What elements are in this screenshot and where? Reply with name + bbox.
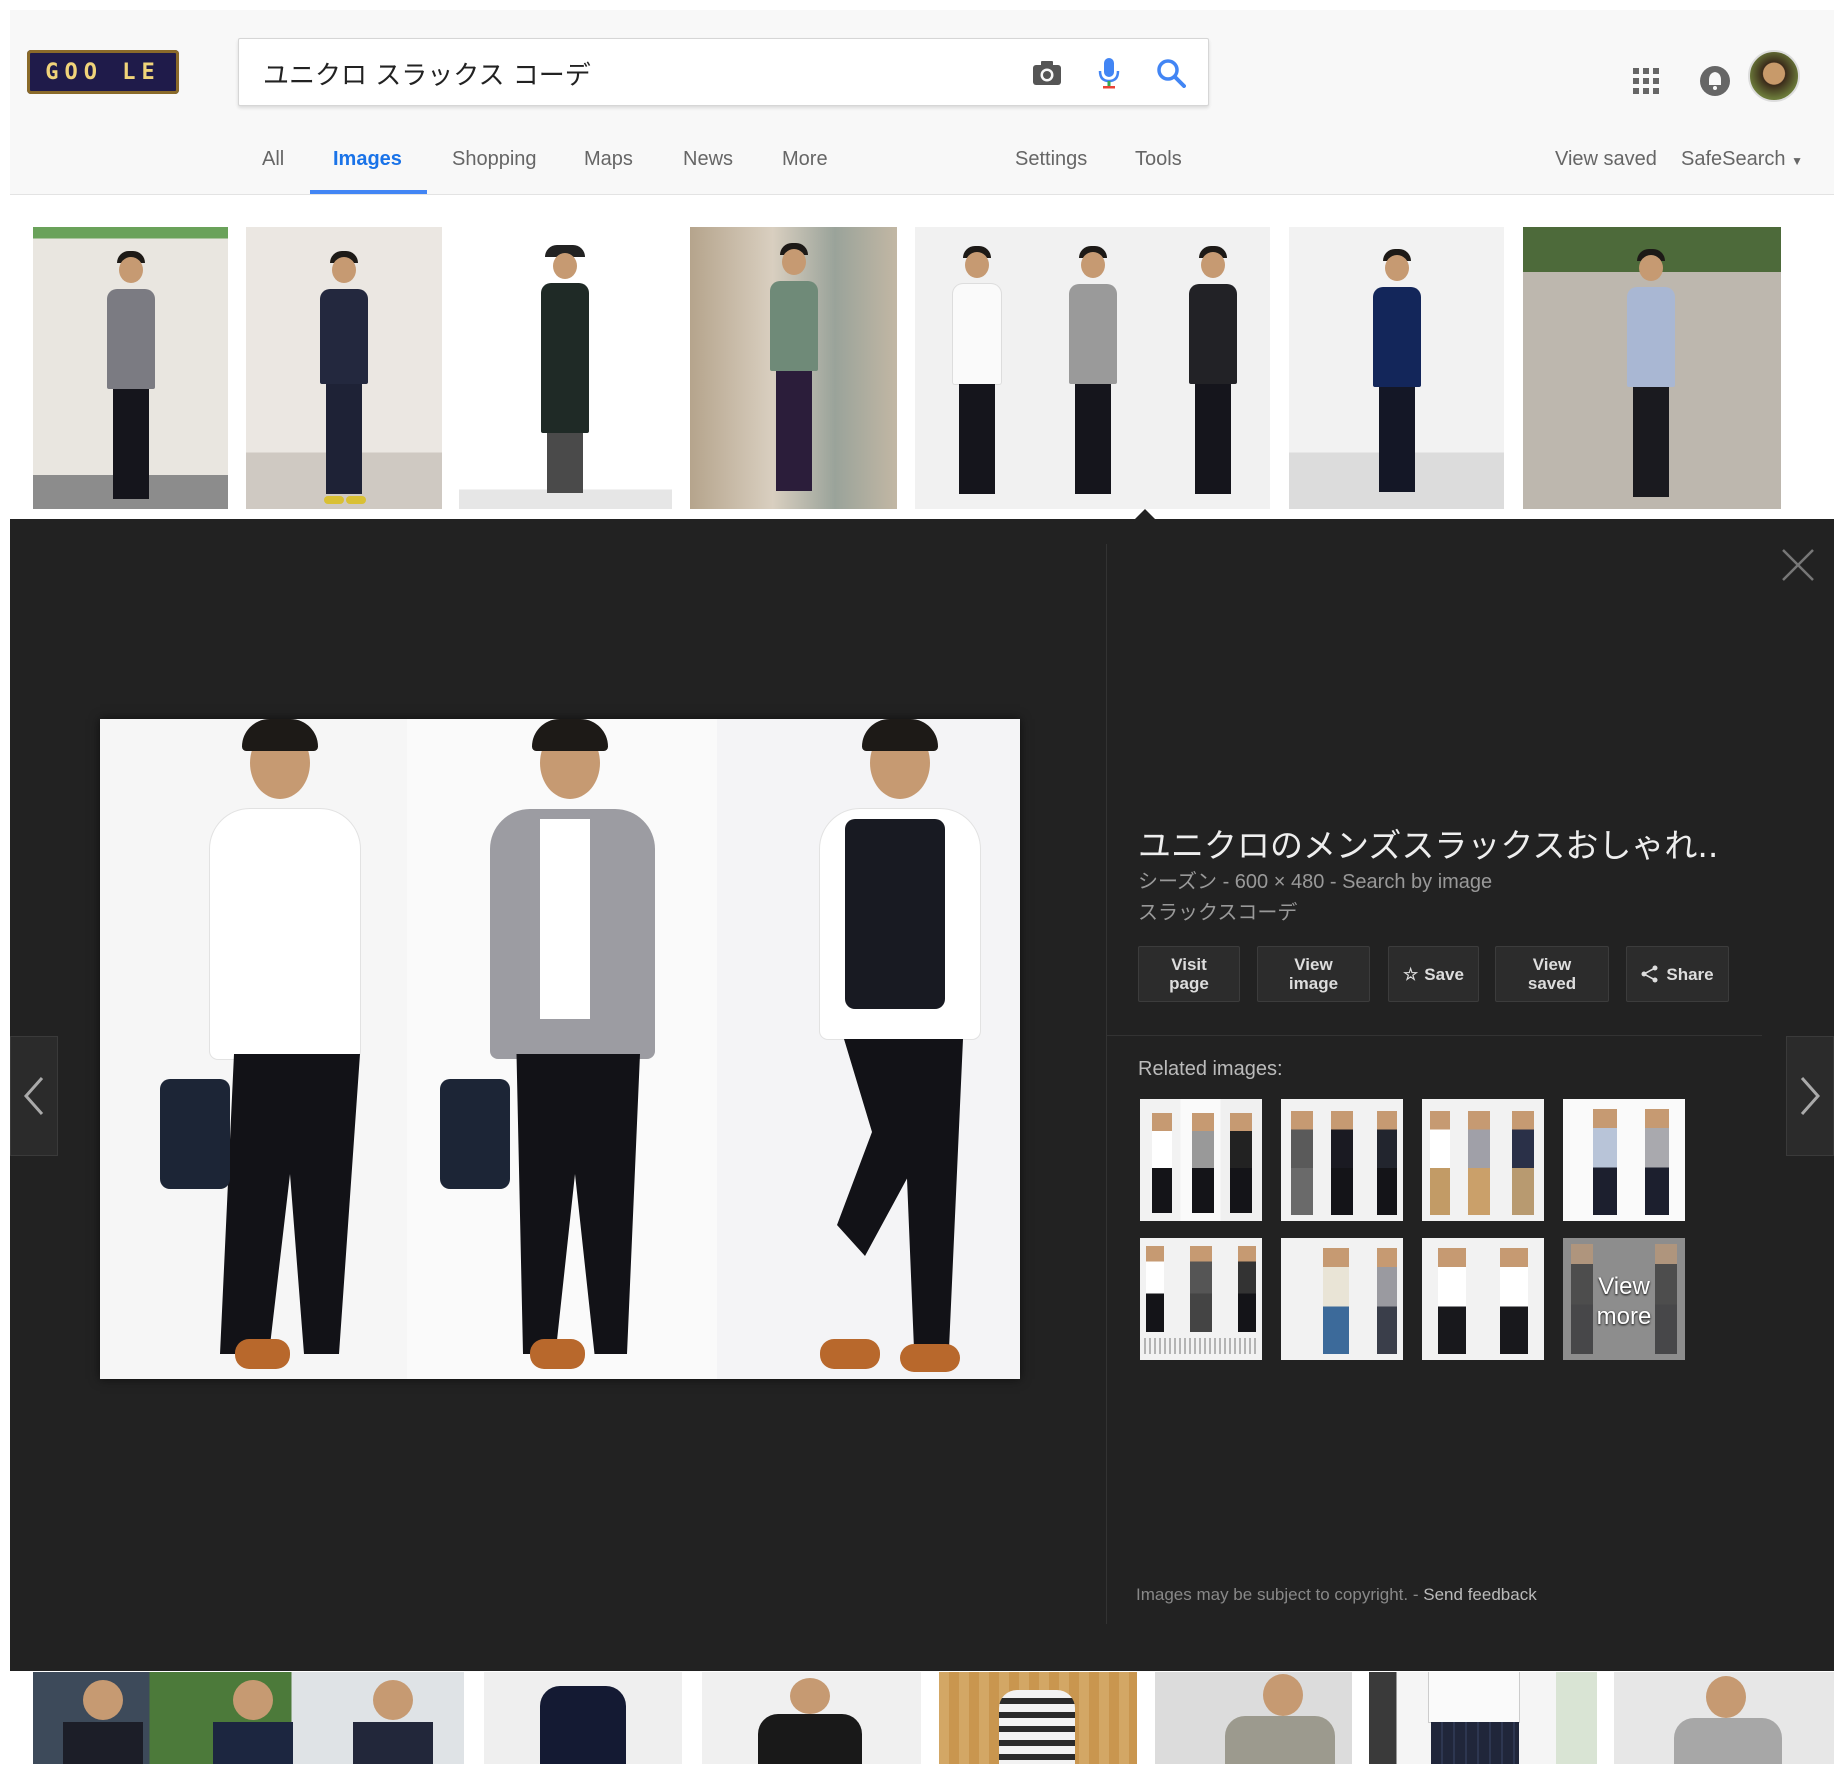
view-saved-link[interactable]: View saved (1555, 148, 1657, 171)
tab-images[interactable]: Images (333, 148, 402, 171)
search-tabs: All Images Shopping Maps News More Setti… (10, 130, 1834, 195)
image-result-thumbnail[interactable] (1614, 1672, 1834, 1764)
tab-tools[interactable]: Tools (1135, 148, 1182, 171)
image-title[interactable]: ユニクロのメンズスラックスおしゃれ.. (1138, 819, 1778, 867)
caret-down-icon: ▼ (1791, 154, 1803, 168)
safesearch-label: SafeSearch (1681, 148, 1786, 170)
microphone-icon[interactable] (1089, 53, 1129, 93)
tab-shopping[interactable]: Shopping (452, 148, 537, 171)
share-button[interactable]: Share (1626, 946, 1729, 1002)
star-icon: ☆ (1403, 964, 1419, 984)
image-result-thumbnail[interactable] (246, 227, 442, 509)
google-images-page: GOO LE All Images Shopping Maps News (10, 10, 1834, 1764)
related-image-thumbnail[interactable] (1422, 1099, 1544, 1221)
chevron-left-icon (23, 1077, 44, 1115)
meta-separator: - (1329, 871, 1343, 893)
search-input[interactable] (263, 53, 963, 93)
search-box (238, 38, 1209, 106)
tab-maps[interactable]: Maps (584, 148, 633, 171)
selected-result-pointer (1135, 509, 1155, 519)
tab-all[interactable]: All (262, 148, 284, 171)
image-result-thumbnail[interactable] (915, 227, 1270, 509)
search-icon[interactable] (1151, 53, 1191, 93)
share-button-label: Share (1666, 964, 1714, 984)
view-image-button[interactable]: View image (1257, 946, 1370, 1002)
related-image-thumbnail[interactable] (1140, 1238, 1262, 1360)
image-result-thumbnail[interactable] (939, 1672, 1137, 1764)
image-result-thumbnail[interactable] (1369, 1672, 1597, 1764)
image-dimensions: 600 × 480 (1234, 871, 1325, 893)
image-result-thumbnail[interactable] (702, 1672, 921, 1764)
active-tab-underline (310, 190, 427, 194)
image-result-thumbnail[interactable] (33, 1672, 464, 1764)
image-meta: シーズン - 600 × 480 - Search by image (1138, 865, 1492, 894)
share-icon (1641, 965, 1658, 983)
chevron-right-icon (1800, 1077, 1821, 1115)
send-feedback-link[interactable]: Send feedback (1423, 1585, 1536, 1604)
section-divider (1106, 1035, 1762, 1036)
related-image-thumbnail[interactable] (1140, 1099, 1262, 1221)
footer-separator: - (1412, 1585, 1424, 1604)
google-doodle-logo[interactable]: GOO LE (27, 50, 179, 94)
tab-more[interactable]: More (782, 148, 828, 171)
close-icon (1782, 549, 1814, 581)
visit-page-button[interactable]: Visit page (1138, 946, 1240, 1002)
related-image-thumbnail[interactable] (1563, 1099, 1685, 1221)
logo-text: GOO LE (45, 59, 161, 85)
notifications-bell-icon[interactable] (1690, 56, 1740, 106)
save-button-label: Save (1424, 964, 1464, 984)
meta-separator: - (1222, 871, 1235, 893)
preview-image[interactable] (100, 719, 1020, 1379)
image-result-thumbnail[interactable] (1289, 227, 1504, 509)
view-saved-button[interactable]: View saved (1495, 946, 1609, 1002)
header: GOO LE All Images Shopping Maps News (10, 10, 1834, 195)
next-image-button[interactable] (1786, 1036, 1834, 1156)
copyright-footer: Images may be subject to copyright. - Se… (1136, 1585, 1537, 1605)
image-caption: スラックスコーデ (1138, 900, 1298, 924)
search-by-image-link[interactable]: Search by image (1342, 871, 1492, 893)
image-result-thumbnail[interactable] (33, 227, 228, 509)
related-images-label: Related images: (1138, 1058, 1283, 1080)
image-preview-panel: ユニクロのメンズスラックスおしゃれ.. シーズン - 600 × 480 - S… (10, 519, 1834, 1671)
tab-settings[interactable]: Settings (1015, 148, 1087, 171)
safesearch-dropdown[interactable]: SafeSearch ▼ (1681, 148, 1803, 171)
related-image-thumbnail[interactable] (1422, 1238, 1544, 1360)
image-result-thumbnail[interactable] (484, 1672, 682, 1764)
image-result-thumbnail[interactable] (690, 227, 897, 509)
camera-icon[interactable] (1027, 53, 1067, 93)
save-button[interactable]: ☆ Save (1388, 946, 1479, 1002)
related-image-thumbnail[interactable] (1281, 1099, 1403, 1221)
tab-news[interactable]: News (683, 148, 733, 171)
apps-grid-icon[interactable] (1621, 56, 1671, 106)
copyright-notice: Images may be subject to copyright. (1136, 1585, 1409, 1604)
view-more-label: View more (1596, 1273, 1652, 1330)
close-preview-button[interactable] (1780, 547, 1820, 587)
image-source-link[interactable]: シーズン (1138, 871, 1217, 893)
previous-image-button[interactable] (10, 1036, 58, 1156)
account-avatar[interactable] (1748, 50, 1800, 102)
image-result-thumbnail[interactable] (1523, 227, 1781, 509)
image-result-thumbnail[interactable] (459, 227, 672, 509)
image-result-thumbnail[interactable] (1155, 1672, 1352, 1764)
view-more-related-button[interactable]: View more (1563, 1238, 1685, 1360)
related-image-thumbnail[interactable] (1281, 1238, 1403, 1360)
panel-divider (1106, 544, 1107, 1624)
